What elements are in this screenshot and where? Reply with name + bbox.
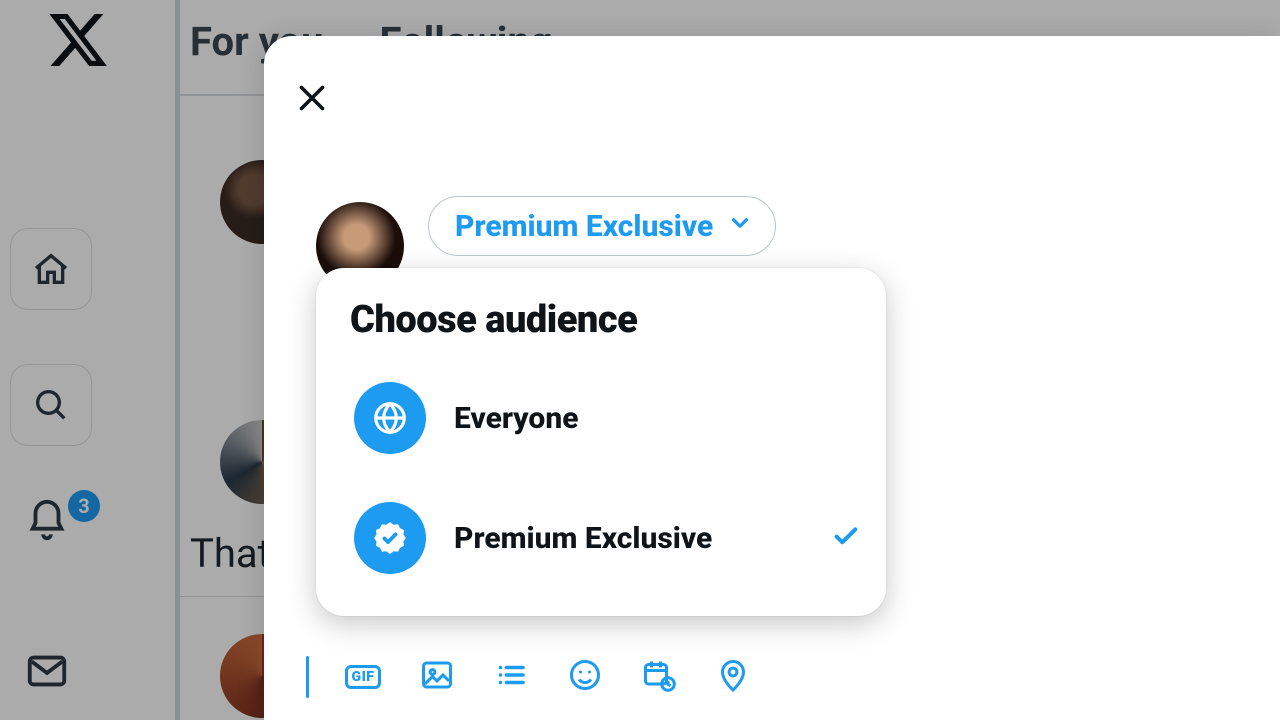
selected-check-icon: [830, 520, 862, 556]
poll-button[interactable]: [491, 657, 531, 697]
poll-icon: [493, 657, 529, 697]
location-pin-icon: [715, 657, 751, 697]
audience-option-label: Everyone: [454, 401, 862, 436]
audience-selector-pill[interactable]: Premium Exclusive: [428, 196, 776, 256]
audience-option-everyone[interactable]: Everyone: [350, 368, 866, 468]
image-icon: [419, 657, 455, 697]
compose-toolbar: GIF: [306, 656, 753, 698]
emoji-button[interactable]: [565, 657, 605, 697]
audience-option-premium-exclusive[interactable]: Premium Exclusive: [350, 488, 866, 588]
gif-button[interactable]: GIF: [343, 657, 383, 697]
gif-icon: GIF: [345, 665, 382, 689]
schedule-icon: [641, 657, 677, 697]
verified-badge-icon: [354, 502, 426, 574]
media-button[interactable]: [417, 657, 457, 697]
audience-dropdown: Choose audience Everyone Premium Exclusi…: [316, 268, 886, 616]
toolbar-separator: [306, 656, 309, 698]
location-button[interactable]: [713, 657, 753, 697]
audience-selector-label: Premium Exclusive: [455, 209, 713, 244]
schedule-button[interactable]: [639, 657, 679, 697]
chevron-down-icon: [727, 209, 753, 244]
close-button[interactable]: [294, 80, 330, 120]
audience-option-label: Premium Exclusive: [454, 521, 802, 556]
compose-modal: Premium Exclusive Choose audience Everyo…: [264, 36, 1280, 720]
audience-dropdown-title: Choose audience: [350, 298, 866, 342]
globe-icon: [354, 382, 426, 454]
smiley-icon: [567, 657, 603, 697]
